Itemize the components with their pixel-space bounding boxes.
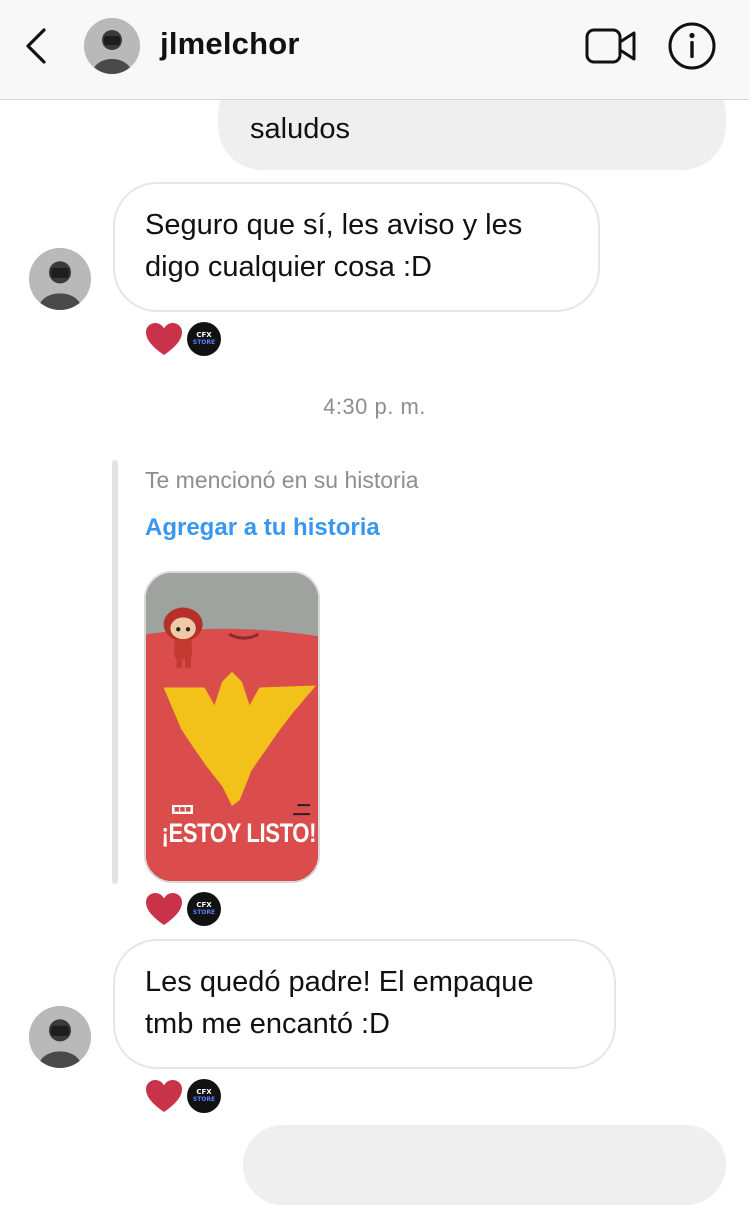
incoming-message-line: tmb me encantó :D — [145, 1008, 390, 1040]
story-reply-bar — [112, 460, 118, 884]
header-username[interactable]: jlmelchor — [160, 26, 300, 62]
incoming-message-line: digo cualquier cosa :D — [145, 251, 432, 283]
reactor-badge-top: CFX — [196, 331, 212, 339]
story-mention-tags: ▬▬▬ ▬▬▬▬ — [293, 801, 310, 818]
message-reactions[interactable]: CFX STORE — [145, 1078, 221, 1114]
video-call-icon — [585, 28, 636, 64]
reactor-badge-bottom: STORE — [192, 1096, 216, 1103]
chat-header: jlmelchor — [0, 0, 749, 100]
incoming-message-line: Les quedó padre! El empaque — [145, 966, 534, 998]
message-reactions[interactable]: CFX STORE — [145, 321, 221, 357]
avatar-image — [84, 18, 140, 74]
info-icon — [668, 22, 716, 70]
incoming-message-bubble[interactable]: Les quedó padre! El empaque tmb me encan… — [113, 939, 616, 1069]
avatar-image — [29, 248, 91, 310]
story-thumbnail[interactable]: ■■■ ▬▬▬ ▬▬▬▬ ¡ESTOY LISTO! — [144, 571, 320, 883]
story-mention-label: Te mencionó en su historia — [145, 467, 419, 493]
reactor-badge-top: CFX — [196, 1088, 212, 1096]
heart-icon — [146, 893, 182, 925]
info-button[interactable] — [666, 20, 718, 72]
story-sticker: ■■■ — [172, 805, 194, 814]
sender-avatar[interactable] — [29, 1006, 91, 1068]
story-reactions[interactable]: CFX STORE — [145, 891, 221, 927]
back-button[interactable] — [18, 26, 58, 66]
avatar-image — [29, 1006, 91, 1068]
reactor-badge-top: CFX — [196, 901, 212, 909]
reactor-badge-bottom: STORE — [192, 339, 216, 346]
sender-avatar[interactable] — [29, 248, 91, 310]
outgoing-message-bubble[interactable] — [243, 1125, 726, 1205]
outgoing-message-text: saludos — [250, 113, 350, 145]
reactor-avatar: CFX STORE — [187, 322, 221, 356]
header-avatar[interactable] — [84, 18, 140, 74]
incoming-message-bubble[interactable]: Seguro que sí, les aviso y les digo cual… — [113, 182, 600, 312]
heart-icon — [146, 323, 182, 355]
incoming-message-line: Seguro que sí, les aviso y les — [145, 209, 523, 241]
reactor-avatar: CFX STORE — [187, 1079, 221, 1113]
video-call-button[interactable] — [584, 24, 638, 68]
reactor-badge-bottom: STORE — [192, 909, 216, 916]
timestamp: 4:30 p. m. — [323, 394, 426, 419]
back-chevron-icon — [26, 28, 46, 64]
story-headline: ¡ESTOY LISTO! — [161, 818, 317, 848]
heart-icon — [146, 1080, 182, 1112]
add-to-story-link[interactable]: Agregar a tu historia — [145, 514, 380, 542]
reactor-avatar: CFX STORE — [187, 892, 221, 926]
